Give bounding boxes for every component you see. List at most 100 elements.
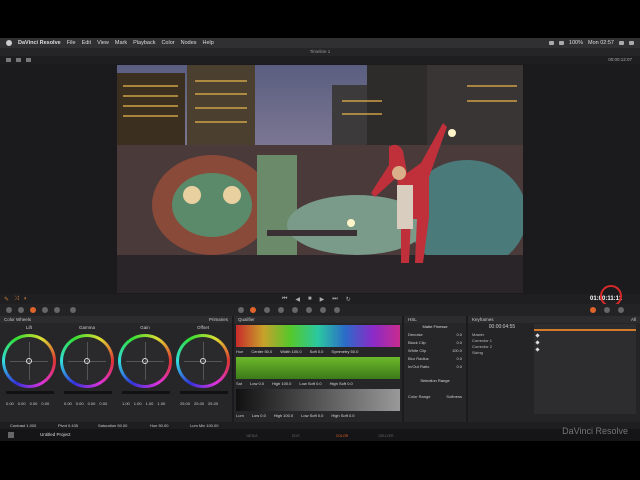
gain-puck[interactable] (142, 358, 148, 364)
white-clip-value[interactable]: 100.0 (452, 347, 462, 355)
sat-high-soft[interactable]: High Soft 0.0 (330, 381, 353, 386)
apple-icon[interactable] (6, 40, 12, 46)
lift-master-slider[interactable] (6, 391, 54, 394)
track-sizing[interactable]: Sizing (472, 350, 492, 356)
hue-width[interactable]: Width 100.0 (280, 349, 301, 354)
keyframes-toggle-icon[interactable] (590, 307, 596, 313)
color-wheels-icon[interactable] (30, 307, 36, 313)
keyframe-marker[interactable] (535, 347, 540, 352)
sat-high[interactable]: High 100.0 (272, 381, 291, 386)
menu-app-name[interactable]: DaVinci Resolve (18, 40, 61, 46)
tracker-icon[interactable] (278, 307, 284, 313)
sizing-icon[interactable] (320, 307, 326, 313)
sat-range-bar[interactable] (236, 357, 400, 379)
spotlight-icon[interactable] (619, 41, 624, 45)
curves-icon[interactable] (238, 307, 244, 313)
stop-button[interactable]: ■ (308, 296, 312, 303)
offset-master-slider[interactable] (180, 391, 228, 394)
video-viewer[interactable] (117, 65, 523, 293)
offset-b[interactable]: 25.00 (208, 401, 218, 406)
wifi-icon[interactable] (548, 41, 554, 45)
lift-wheel[interactable] (2, 334, 56, 388)
tab-color[interactable]: COLOR (322, 434, 362, 438)
sat-checkbox-label[interactable]: Sat (236, 381, 242, 386)
offset-puck[interactable] (200, 358, 206, 364)
keyframe-playhead[interactable] (534, 329, 636, 331)
grid-icon[interactable] (16, 58, 21, 62)
lum-high-soft[interactable]: High Soft 0.0 (331, 413, 354, 418)
color-match-icon[interactable] (18, 307, 24, 313)
list-icon[interactable] (629, 41, 634, 45)
go-end-button[interactable]: ⏭ (332, 296, 337, 303)
menu-color[interactable]: Color (161, 40, 174, 46)
offset-wheel[interactable] (176, 334, 230, 388)
camera-raw-icon[interactable] (6, 307, 12, 313)
rgb-mixer-icon[interactable] (42, 307, 48, 313)
effects-icon[interactable] (26, 58, 31, 62)
gamma-r[interactable]: 0.00 (76, 401, 84, 406)
keyframe-marker[interactable] (535, 340, 540, 345)
lum-low-soft[interactable]: Low Soft 0.0 (301, 413, 323, 418)
offset-g[interactable]: 25.00 (194, 401, 204, 406)
menu-view[interactable]: View (97, 40, 109, 46)
sat-low[interactable]: Low 0.0 (250, 381, 264, 386)
keyframes-filter-dropdown[interactable]: All (631, 316, 636, 323)
stills-icon[interactable] (70, 307, 76, 313)
motion-effects-icon[interactable] (54, 307, 60, 313)
sat-low-soft[interactable]: Low Soft 0.0 (299, 381, 321, 386)
hue-soft[interactable]: Soft 0.0 (310, 349, 324, 354)
gamma-puck[interactable] (84, 358, 90, 364)
saturation-param[interactable]: Saturation 50.00 (98, 423, 127, 428)
gamma-wheel[interactable] (60, 334, 114, 388)
lum-range-bar[interactable] (236, 389, 400, 411)
lift-b[interactable]: 0.00 (41, 401, 49, 406)
hue-param[interactable]: Hue 50.00 (150, 423, 168, 428)
gain-b[interactable]: 1.00 (157, 401, 165, 406)
gain-r[interactable]: 1.00 (134, 401, 142, 406)
gamma-master-slider[interactable] (64, 391, 112, 394)
hue-symmetry[interactable]: Symmetry 50.0 (331, 349, 358, 354)
window-icon[interactable] (264, 307, 270, 313)
gain-master-slider[interactable] (122, 391, 170, 394)
key-icon[interactable] (306, 307, 312, 313)
black-clip-row[interactable]: Black Clip 0.0 (404, 339, 466, 347)
offset-r[interactable]: 25.00 (180, 401, 190, 406)
eyedropper-icon[interactable]: ✎ (4, 296, 9, 303)
lift-puck[interactable] (26, 358, 32, 364)
go-start-button[interactable]: ⏮ (282, 296, 287, 303)
blur-radius-value[interactable]: 0.0 (456, 355, 462, 363)
gamma-y[interactable]: 0.00 (64, 401, 72, 406)
menu-edit[interactable]: Edit (82, 40, 91, 46)
hue-checkbox-label[interactable]: Hue (236, 349, 243, 354)
compare-icon[interactable]: ⤨ (14, 296, 19, 303)
menu-nodes[interactable]: Nodes (181, 40, 197, 46)
highlight-icon[interactable]: ◐ (24, 296, 28, 303)
in-out-ratio-value[interactable]: 0.0 (456, 363, 462, 371)
denoise-value[interactable]: 0.0 (456, 331, 462, 339)
lum-low[interactable]: Low 0.0 (252, 413, 266, 418)
gain-wheel[interactable] (118, 334, 172, 388)
tab-media[interactable]: MEDIA (232, 434, 272, 438)
gain-g[interactable]: 1.00 (146, 401, 154, 406)
menu-playback[interactable]: Playback (133, 40, 155, 46)
black-clip-value[interactable]: 0.0 (456, 339, 462, 347)
gamma-g[interactable]: 0.00 (88, 401, 96, 406)
gain-y[interactable]: 1.00 (122, 401, 130, 406)
menu-mark[interactable]: Mark (115, 40, 127, 46)
lum-high[interactable]: High 100.0 (274, 413, 293, 418)
hue-range-bar[interactable] (236, 325, 400, 347)
contrast-param[interactable]: Contrast 1.000 (10, 423, 36, 428)
hue-center[interactable]: Center 50.0 (251, 349, 272, 354)
qualifier-icon[interactable] (250, 307, 256, 313)
menu-help[interactable]: Help (203, 40, 214, 46)
play-button[interactable]: ▶ (320, 296, 325, 303)
gamma-b[interactable]: 0.00 (99, 401, 107, 406)
loop-button[interactable]: ↻ (346, 296, 351, 303)
denoise-row[interactable]: Denoise 0.0 (404, 331, 466, 339)
pivot-param[interactable]: Pivot 0.435 (58, 423, 78, 428)
info-icon[interactable] (618, 307, 624, 313)
primaries-dropdown[interactable]: Primaries (209, 316, 228, 323)
menubar-clock[interactable]: Mon 02:57 (588, 40, 614, 46)
layout-icon[interactable] (6, 58, 11, 62)
blur-icon[interactable] (292, 307, 298, 313)
